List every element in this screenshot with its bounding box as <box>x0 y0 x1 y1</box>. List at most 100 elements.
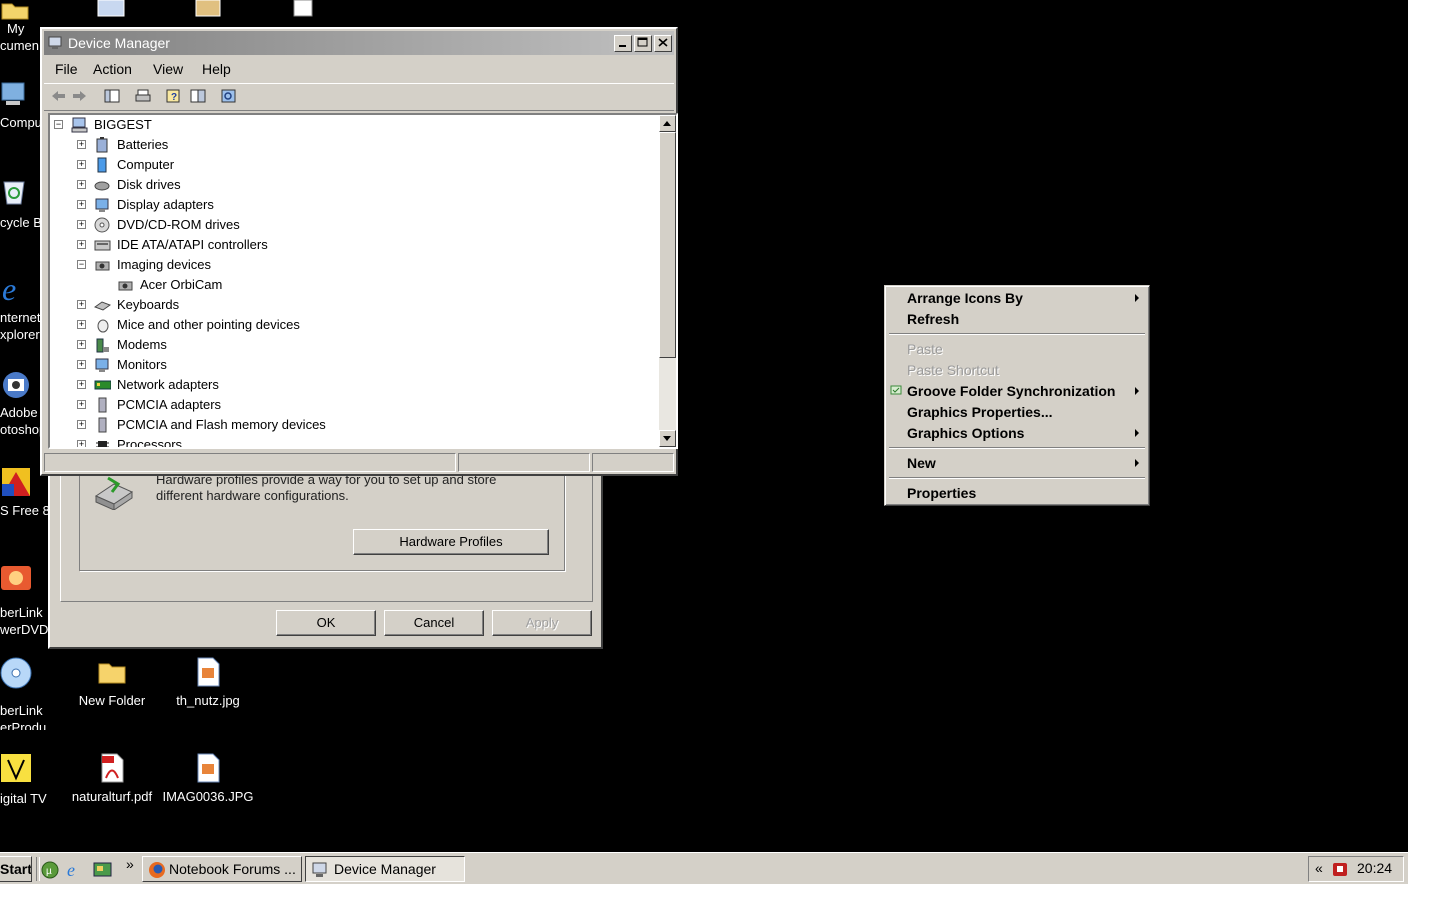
maximize-button[interactable] <box>634 35 652 52</box>
down-arrow-icon <box>663 436 671 441</box>
desktop-icon-label: New Folder <box>78 693 146 708</box>
pcmcia-icon <box>98 417 107 433</box>
desktop-icon-cyberlink-powerproducer[interactable]: berLink erProdu... <box>0 656 62 730</box>
scroll-down-button[interactable] <box>659 430 676 447</box>
desktop-icon-cyberlink-powerdvd[interactable]: berLink werDVD <box>0 562 48 636</box>
tree-item-label: Disk drives <box>117 177 181 192</box>
dvd-drive-icon <box>94 217 110 233</box>
forward-arrow-icon[interactable] <box>72 89 88 103</box>
computer-icon <box>1 82 25 105</box>
expand-toggle[interactable]: + <box>77 140 86 149</box>
taskbar: Start µ e » Notebook Forums ... Device M… <box>0 852 1408 884</box>
menu-item-graphics-properties[interactable]: Graphics Properties... <box>907 402 1053 422</box>
menu-item-arrange-icons-by[interactable]: Arrange Icons By <box>907 288 1147 308</box>
collapse-toggle[interactable]: − <box>77 260 86 269</box>
tree-vertical-scrollbar[interactable] <box>659 115 676 447</box>
menu-item-paste-shortcut[interactable]: Paste Shortcut <box>907 360 999 380</box>
cancel-button[interactable]: Cancel <box>384 610 484 636</box>
desktop-icon-naturalturf-pdf[interactable]: naturalturf.pdf <box>64 752 160 805</box>
scroll-thumb[interactable] <box>659 132 676 358</box>
expand-toggle[interactable]: + <box>77 240 86 249</box>
desktop-icon-my-documents[interactable]: My cumen <box>0 0 44 60</box>
desktop-icon-imag0036-jpg[interactable]: IMAG0036.JPG <box>160 752 256 805</box>
expand-toggle[interactable]: + <box>77 220 86 229</box>
expand-toggle[interactable]: + <box>77 420 86 429</box>
internet-explorer-icon[interactable]: e <box>66 860 84 880</box>
expand-toggle[interactable]: + <box>77 300 86 309</box>
camera-icon <box>118 281 133 291</box>
device-manager-window[interactable]: Device Manager File Action View Help ? −… <box>40 27 678 476</box>
desktop-icon-label: igital TV <box>0 791 47 806</box>
scroll-up-button[interactable] <box>659 115 676 132</box>
desktop-context-menu[interactable]: Arrange Icons By Refresh Paste Paste Sho… <box>884 285 1150 506</box>
desktop-icon-th-nutz-jpg[interactable]: th_nutz.jpg <box>160 656 256 709</box>
menu-item-graphics-options[interactable]: Graphics Options <box>907 423 1147 443</box>
desktop-icon-internet-explorer[interactable]: e nternet xplorer <box>0 272 44 348</box>
expand-toggle[interactable]: + <box>77 160 86 169</box>
desktop-icon-my-computer[interactable]: Compu <box>0 80 44 136</box>
device-manager-icon <box>48 36 62 49</box>
menu-action[interactable]: Action <box>93 61 132 77</box>
device-tree[interactable]: − BIGGEST + Batteries + Computer + Disk drive… <box>48 113 678 449</box>
monitor-icon <box>95 358 109 372</box>
expand-toggle[interactable]: + <box>77 180 86 189</box>
help-icon[interactable]: ? <box>166 89 182 103</box>
clock: 20:24 <box>1357 860 1393 876</box>
desktop-icon-recycle-bin[interactable]: cycle B <box>0 176 44 232</box>
print-icon[interactable] <box>135 89 151 103</box>
camera-icon <box>3 372 29 398</box>
statusbar <box>44 453 674 473</box>
collapse-toggle[interactable]: − <box>54 120 63 129</box>
show-desktop-icon[interactable] <box>93 861 113 879</box>
safely-remove-hardware-icon[interactable] <box>1331 860 1349 878</box>
scan-hardware-icon[interactable] <box>221 89 237 103</box>
hardware-profiles-description: Hardware profiles provide a way for you … <box>156 472 497 503</box>
menu-help[interactable]: Help <box>202 61 231 77</box>
menu-item-paste[interactable]: Paste <box>907 339 943 359</box>
quick-launch-chevron[interactable]: » <box>126 856 134 872</box>
mouse-icon <box>97 319 109 333</box>
task-label: Device Manager <box>334 861 436 877</box>
menu-item-label: Arrange Icons By <box>907 290 1023 306</box>
task-notebook-forums[interactable]: Notebook Forums ... <box>142 856 302 882</box>
desktop-icon-adobe-photoshop[interactable]: Adobe otoshop <box>0 370 44 442</box>
task-device-manager[interactable]: Device Manager <box>305 856 465 882</box>
menu-item-groove-folder-synchronization[interactable]: Groove Folder Synchronization <box>907 381 1147 401</box>
ide-controller-icon <box>94 240 111 251</box>
close-button[interactable] <box>654 35 672 52</box>
menu-item-refresh[interactable]: Refresh <box>907 309 959 329</box>
expand-toggle[interactable]: + <box>77 360 86 369</box>
up-arrow-icon <box>663 121 671 126</box>
expand-toggle[interactable]: + <box>77 440 86 447</box>
device-manager-icon <box>312 862 327 877</box>
show-hide-console-tree-icon[interactable] <box>104 89 120 103</box>
back-arrow-icon[interactable] <box>50 89 66 103</box>
menubar: File Action View Help <box>44 57 674 81</box>
menu-view[interactable]: View <box>153 61 183 77</box>
device-manager-titlebar[interactable]: Device Manager <box>44 31 674 55</box>
expand-toggle[interactable]: + <box>77 380 86 389</box>
expand-toggle[interactable]: + <box>77 400 86 409</box>
desktop-icon-new-folder[interactable]: New Folder <box>64 656 160 709</box>
expand-toggle[interactable]: + <box>77 200 86 209</box>
minimize-icon <box>619 45 626 47</box>
expand-toggle[interactable]: + <box>77 320 86 329</box>
properties-view-icon[interactable] <box>190 89 206 103</box>
hardware-profiles-button[interactable]: Hardware Profiles <box>353 529 549 555</box>
modem-icon <box>96 338 109 353</box>
menu-item-new[interactable]: New <box>907 453 1147 473</box>
apply-button[interactable]: Apply <box>492 610 592 636</box>
expand-toggle[interactable]: + <box>77 340 86 349</box>
computer-icon <box>71 117 88 133</box>
menu-item-properties[interactable]: Properties <box>907 483 976 503</box>
menu-file[interactable]: File <box>55 61 78 77</box>
ok-button[interactable]: OK <box>276 610 376 636</box>
tray-chevron[interactable]: « <box>1315 860 1323 876</box>
desktop-icon-digital-tv[interactable]: igital TV <box>0 752 48 808</box>
minimize-button[interactable] <box>614 35 632 52</box>
desktop[interactable]: My cumen Compu cycle B e nternet xplorer… <box>0 0 1408 884</box>
shortcut-icon <box>97 0 125 17</box>
status-cell-main <box>44 453 456 472</box>
start-button[interactable]: Start <box>0 856 32 882</box>
utorrent-icon[interactable]: µ <box>41 861 59 879</box>
